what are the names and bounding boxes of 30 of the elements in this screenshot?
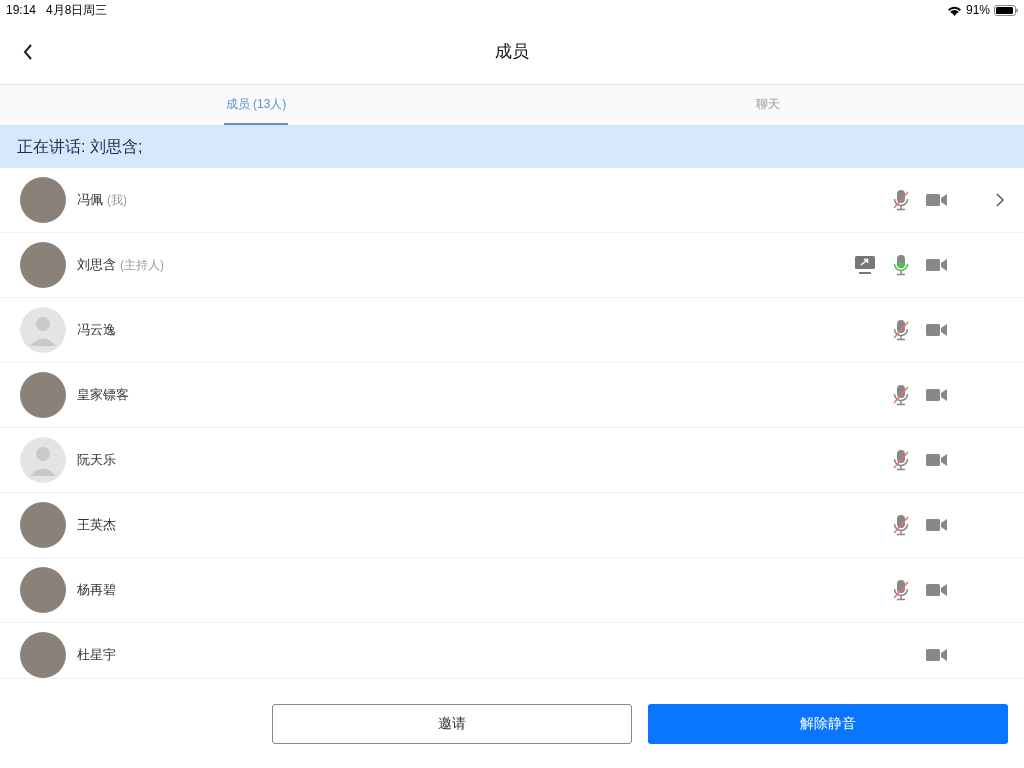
member-name: 阮天乐 (77, 451, 116, 470)
video-camera-icon (926, 388, 948, 402)
member-role: (主持人) (120, 257, 164, 274)
video-camera-icon (926, 258, 948, 272)
member-name: 冯佩 (77, 191, 103, 210)
video-camera-icon (926, 583, 948, 597)
video-camera-icon (926, 453, 948, 467)
video-camera-icon (926, 518, 948, 532)
status-time: 19:14 (6, 2, 37, 19)
video-camera-icon (926, 648, 948, 662)
chevron-right-icon[interactable] (996, 193, 1004, 207)
member-role: (我) (107, 192, 127, 209)
wifi-icon (946, 4, 962, 16)
video-camera-icon (926, 323, 948, 337)
member-name: 刘思含 (77, 256, 116, 275)
member-name: 杨再碧 (77, 581, 116, 600)
member-name: 王英杰 (77, 516, 116, 535)
invite-button[interactable]: 邀请 (272, 703, 632, 744)
status-date: 4月8日周三 (46, 2, 108, 19)
member-name: 皇家镖客 (77, 386, 129, 405)
battery-icon (994, 4, 1018, 16)
page-title: 成员 (495, 42, 529, 62)
video-camera-icon (926, 193, 948, 207)
member-name: 杜星宇 (77, 646, 116, 665)
member-name: 冯云逸 (77, 321, 116, 340)
unmute-button[interactable]: 解除静音 (648, 703, 1008, 744)
speaking-status-text: 正在讲话: 刘思含; (17, 136, 143, 157)
battery-percent: 91% (965, 2, 990, 19)
back-icon (23, 44, 33, 60)
tab[interactable]: 聊天 (754, 85, 782, 125)
